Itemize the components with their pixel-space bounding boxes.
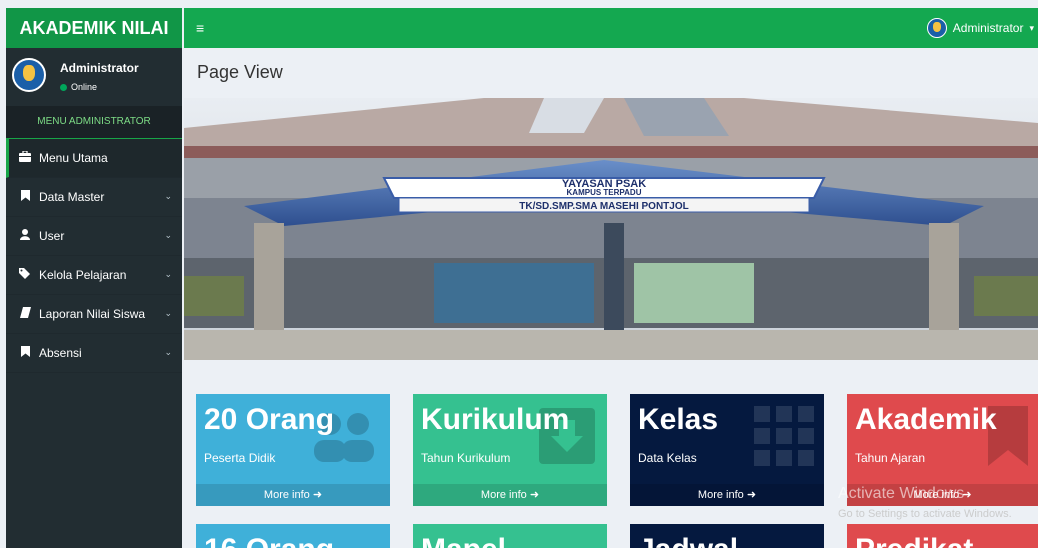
app-logo[interactable]: AKADEMIK NILAI [6,8,182,48]
bookmark-icon [19,346,31,360]
info-box-value: Kelas [638,403,719,436]
sidebar-item-label: Kelola Pelajaran [39,268,127,282]
info-box-peserta-didik: 20 Orang Peserta Didik More info ➜ [196,394,390,506]
info-box-subtitle: Tahun Kurikulum [421,451,511,465]
info-box-value: Predikat [855,533,973,548]
info-box-value: 16 Orang [204,533,334,548]
sidebar-item-absensi[interactable]: Absensi ⌄ [6,334,182,373]
school-banner-image: YAYASAN PSAK KAMPUS TERPADU TK/SD.SMP.SM… [184,98,1038,360]
sidebar-item-menu-utama[interactable]: Menu Utama [6,139,182,178]
user-panel: Administrator Online [6,48,182,106]
user-icon [19,229,31,243]
info-box-kelas: Kelas Data Kelas More info ➜ [630,394,824,506]
sidebar-item-label: Menu Utama [39,151,108,165]
caret-down-icon: ▾ [1029,23,1034,33]
user-avatar [12,58,46,92]
info-box-predikat: Predikat [847,524,1038,548]
info-box-kurikulum: Kurikulum Tahun Kurikulum More info ➜ [413,394,607,506]
tags-icon [19,268,31,282]
user-menu[interactable]: Administrator ▾ [926,16,1038,40]
info-box-subtitle: Data Kelas [638,451,697,465]
sidebar-item-label: Absensi [39,346,82,360]
info-box-jadwal: Jadwal [630,524,824,548]
sidebar: Administrator Online MENU ADMINISTRATOR … [6,48,182,548]
more-info-link[interactable]: More info ➜ [196,484,390,506]
briefcase-icon [19,150,31,165]
info-box-16-orang: 16 Orang [196,524,390,548]
user-menu-name: Administrator [952,21,1024,35]
info-box-value: Jadwal [638,533,738,548]
user-panel-name: Administrator [60,61,139,75]
info-box-mapel: Mapel [413,524,607,548]
arrow-circle-right-icon: ➜ [746,489,757,501]
grid-icon [754,406,814,466]
more-info-link[interactable]: More info ➜ [413,484,607,506]
page-title: Page View [197,62,283,82]
sidebar-item-user[interactable]: User ⌄ [6,217,182,256]
top-header: AKADEMIK NILAI ≡ Administrator ▾ [0,0,1038,48]
arrow-circle-right-icon: ➜ [529,489,540,501]
chevron-down-icon: ⌄ [164,191,172,201]
book-icon [19,307,31,321]
info-box-subtitle: Peserta Didik [204,451,276,465]
bookmark-icon [19,190,31,204]
sidebar-toggle-icon[interactable]: ≡ [196,18,204,38]
chevron-down-icon: ⌄ [164,308,172,318]
sidebar-item-kelola-pelajaran[interactable]: Kelola Pelajaran ⌄ [6,256,182,295]
activation-watermark-title: Activate Windows [838,485,965,502]
sidebar-header: MENU ADMINISTRATOR [6,106,182,139]
sidebar-item-label: User [39,229,65,243]
sidebar-item-data-master[interactable]: Data Master ⌄ [6,178,182,217]
online-dot-icon [60,83,67,91]
chevron-down-icon: ⌄ [164,230,172,240]
sidebar-item-laporan-nilai-siswa[interactable]: Laporan Nilai Siswa ⌄ [6,295,182,334]
info-box-value: Kurikulum [421,403,570,436]
info-box-value: Akademik [855,403,997,436]
arrow-circle-right-icon: ➜ [312,489,323,501]
more-info-link[interactable]: More info ➜ [630,484,824,506]
info-box-value: 20 Orang [204,403,335,436]
navbar: ≡ Administrator ▾ [184,8,1038,48]
user-status-label: Online [71,82,98,92]
main-content: Page View YAYASAN PSAK KAMPUS TERPADU TK… [184,48,1038,548]
info-box-value: Mapel [421,533,506,548]
info-box-subtitle: Tahun Ajaran [855,451,926,465]
chevron-down-icon: ⌄ [164,269,172,279]
sidebar-item-label: Laporan Nilai Siswa [39,307,146,321]
activation-watermark-subtitle: Go to Settings to activate Windows. [838,508,1012,520]
user-status: Online [60,82,97,92]
chevron-down-icon: ⌄ [164,347,172,357]
sidebar-item-label: Data Master [39,190,105,204]
banner-line3: TK/SD.SMP.SMA MASEHI PONTJOL [519,201,688,212]
banner-line2: KAMPUS TERPADU [567,188,642,197]
avatar [926,18,947,38]
more-info-label: More info [697,489,744,501]
more-info-label: More info [480,489,527,501]
more-info-label: More info [263,489,310,501]
